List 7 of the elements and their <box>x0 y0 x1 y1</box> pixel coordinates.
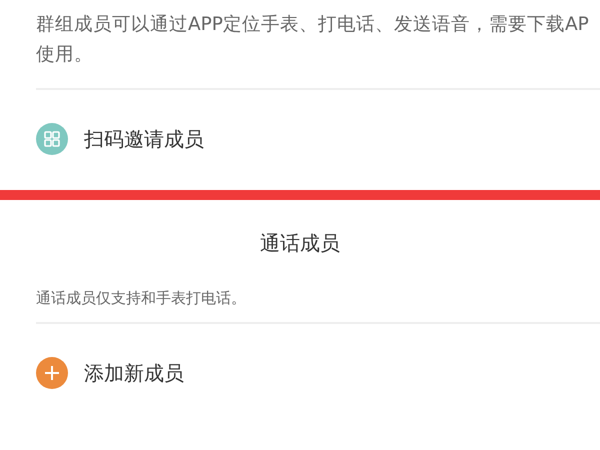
description-text: 通话成员仅支持和手表打电话。 <box>36 288 247 309</box>
grid-icon <box>36 123 68 155</box>
description-text: 群组成员可以通过APP定位手表、打电话、发送语音，需要下载AP 使用。 <box>36 13 590 67</box>
section-title: 通话成员 <box>259 230 341 257</box>
invite-row[interactable]: 扫码邀请成员 <box>36 90 600 190</box>
add-member-row[interactable]: 添加新成员 <box>36 324 600 424</box>
plus-icon <box>36 357 68 389</box>
